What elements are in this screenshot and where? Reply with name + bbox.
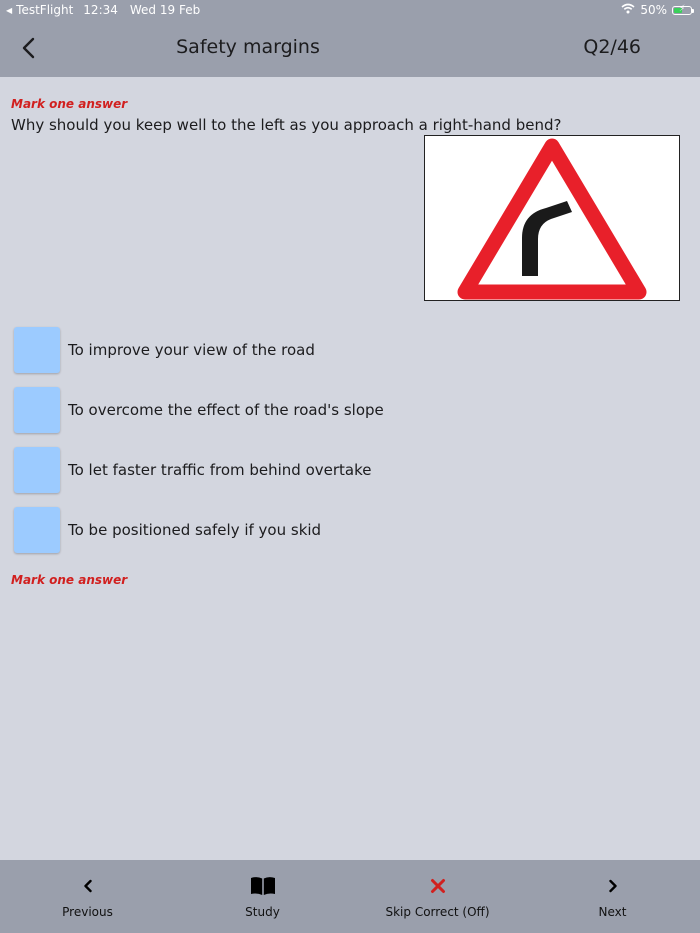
question-image (424, 135, 680, 301)
status-time: 12:34 (83, 3, 118, 17)
book-icon (250, 876, 276, 896)
back-to-app-icon[interactable]: ◀ (6, 6, 12, 15)
question-counter: Q2/46 (583, 36, 641, 58)
battery-percent: 50% (640, 3, 667, 17)
answer-label[interactable]: To be positioned safely if you skid (68, 521, 321, 539)
answer-label[interactable]: To improve your view of the road (68, 341, 315, 359)
charging-bolt-icon: ⚡ (679, 3, 686, 14)
answer-option-4[interactable]: To be positioned safely if you skid (14, 507, 321, 553)
mark-one-answer-instruction: Mark one answer (11, 97, 128, 111)
next-button[interactable]: Next (525, 860, 700, 933)
navigation-bar: Safety margins Q2/46 (0, 20, 700, 77)
right-bend-warning-sign (457, 138, 647, 300)
answer-label[interactable]: To overcome the effect of the road's slo… (68, 401, 384, 419)
chevron-right-icon (607, 876, 619, 896)
question-text: Why should you keep well to the left as … (11, 116, 562, 134)
wifi-icon (621, 3, 635, 17)
answer-label[interactable]: To let faster traffic from behind overta… (68, 461, 372, 479)
close-x-icon (430, 876, 446, 896)
previous-button[interactable]: Previous (0, 860, 175, 933)
battery-charging-icon: ⚡ (672, 3, 694, 15)
answer-option-1[interactable]: To improve your view of the road (14, 327, 315, 373)
status-bar: ◀ TestFlight 12:34 Wed 19 Feb 50% ⚡ (0, 0, 700, 20)
status-carrier[interactable]: TestFlight (16, 3, 73, 17)
next-label: Next (598, 905, 627, 919)
page-title: Safety margins (176, 36, 320, 58)
answer-checkbox[interactable] (14, 387, 60, 433)
study-label: Study (245, 905, 280, 919)
answer-checkbox[interactable] (14, 327, 60, 373)
status-date: Wed 19 Feb (129, 3, 201, 17)
mark-one-answer-footer: Mark one answer (11, 573, 128, 587)
chevron-left-icon (82, 876, 94, 896)
answer-option-2[interactable]: To overcome the effect of the road's slo… (14, 387, 384, 433)
skip-correct-label: Skip Correct (Off) (385, 905, 490, 919)
answer-checkbox[interactable] (14, 507, 60, 553)
skip-correct-toggle[interactable]: Skip Correct (Off) (350, 860, 525, 933)
status-bar-right: 50% ⚡ (621, 3, 694, 17)
answer-checkbox[interactable] (14, 447, 60, 493)
status-bar-left: ◀ TestFlight 12:34 Wed 19 Feb (6, 3, 200, 17)
bottom-toolbar: Previous Study Skip Correct (Off) Next (0, 860, 700, 933)
study-button[interactable]: Study (175, 860, 350, 933)
previous-label: Previous (62, 905, 113, 919)
answer-option-3[interactable]: To let faster traffic from behind overta… (14, 447, 372, 493)
